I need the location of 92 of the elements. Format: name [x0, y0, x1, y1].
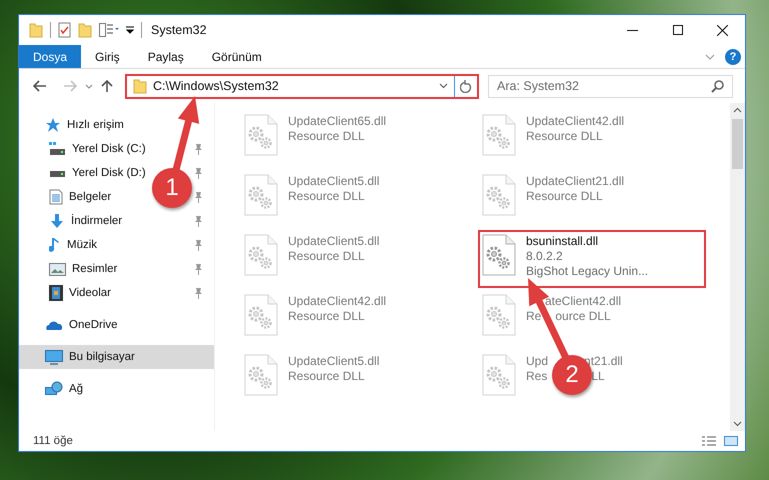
dll-file-icon [244, 114, 278, 156]
network-icon [45, 381, 63, 397]
address-bar[interactable]: C:\Windows\System32 [125, 74, 479, 98]
file-detail: Resource DLL [288, 189, 365, 204]
dll-file-icon [482, 174, 516, 216]
sidebar-item[interactable]: Yerel Disk (C:) [19, 137, 146, 161]
pin-icon[interactable] [194, 144, 203, 154]
scroll-down-icon[interactable] [733, 421, 742, 427]
file-name: UpdateClient5.dll [288, 234, 380, 249]
film-strip-icon [49, 285, 63, 301]
expand-ribbon-icon[interactable] [705, 54, 715, 60]
new-folder-icon[interactable] [78, 22, 92, 38]
file-detail: Resource DLL [288, 309, 365, 324]
file-name: UpdateClient65.dll [288, 114, 386, 129]
pin-icon[interactable] [194, 192, 203, 202]
file-detail: 8.0.2.2 [526, 249, 563, 264]
file-detail: Resource DLL [526, 189, 603, 204]
scrollbar-thumb[interactable] [732, 119, 743, 169]
pin-icon[interactable] [194, 168, 203, 178]
sidebar-item[interactable]: Yerel Disk (D:) [19, 161, 146, 185]
sidebar-item[interactable]: OneDrive [19, 313, 214, 337]
search-field[interactable]: Ara: System32 [488, 74, 733, 98]
ribbon-tab[interactable]: Görünüm [198, 45, 276, 68]
dll-file-icon [482, 294, 516, 336]
star-icon [45, 117, 61, 133]
file-name: Upd [526, 354, 548, 369]
scrollbar[interactable] [730, 103, 745, 431]
pin-icon[interactable] [194, 288, 203, 298]
dll-file-icon [244, 354, 278, 396]
file-detail: Resource DLL [526, 129, 603, 144]
layout-icon[interactable] [99, 23, 119, 37]
pin-icon[interactable] [194, 240, 203, 250]
large-icons-view-icon[interactable] [723, 435, 739, 447]
file-name: UpdateClient42.dll [526, 114, 624, 129]
up-button[interactable] [101, 79, 113, 93]
sidebar-item[interactable]: Bu bilgisayar [19, 345, 214, 369]
file-detail: Resource DLL [288, 369, 365, 384]
dll-file-icon [244, 234, 278, 276]
sidebar-item[interactable]: Videolar [19, 281, 111, 305]
monitor-icon [45, 350, 63, 364]
folder-icon[interactable] [29, 22, 43, 38]
dll-file-icon [482, 354, 516, 396]
pin-icon[interactable] [194, 264, 203, 274]
file-detail: BigShot Legacy Unin... [526, 264, 648, 279]
sidebar-item[interactable]: Hızlı erişim [19, 113, 214, 137]
item-count: 111 öğe [33, 435, 73, 447]
window-title: System32 [151, 23, 207, 37]
help-button[interactable]: ? [725, 48, 741, 64]
file-name: UpdateClient42.dll [288, 294, 386, 309]
file-name: ateClient42.dll [545, 294, 622, 309]
pin-icon[interactable] [194, 216, 203, 226]
dll-file-icon [244, 294, 278, 336]
sidebar-item[interactable]: İndirmeler [19, 209, 122, 233]
file-detail: Re [526, 309, 542, 324]
dll-file-icon [244, 174, 278, 216]
refresh-icon [460, 80, 472, 92]
dll-file-icon [482, 114, 516, 156]
ribbon-tab[interactable]: Dosya [19, 45, 82, 68]
forward-button[interactable] [63, 80, 77, 92]
dropdown-caret-icon[interactable] [439, 83, 448, 89]
file-detail: Resource DLL [288, 129, 365, 144]
properties-icon[interactable] [58, 22, 71, 38]
file-detail: LL [591, 369, 605, 384]
file-detail: ource DLL [555, 309, 611, 324]
download-arrow-icon [49, 213, 65, 229]
file-name: UpdateClient21.dll [526, 174, 624, 189]
dropdown-caret-icon[interactable] [126, 26, 134, 34]
file-detail: Resource DLL [288, 249, 365, 264]
sidebar-item[interactable]: Belgeler [19, 185, 112, 209]
file-name: UpdateClient5.dll [288, 354, 380, 369]
music-note-icon [49, 237, 61, 253]
dll-file-icon [482, 234, 516, 276]
details-view-icon[interactable] [701, 435, 717, 447]
recent-locations-button[interactable] [85, 84, 93, 88]
close-icon [717, 24, 728, 36]
document-icon [49, 189, 63, 205]
folder-icon[interactable] [133, 78, 147, 94]
scroll-up-icon[interactable] [733, 107, 742, 113]
ribbon-tab[interactable]: Giriş [81, 45, 134, 68]
file-name: bsuninstall.dll [526, 234, 598, 249]
search-icon [711, 80, 724, 92]
picture-icon [49, 262, 66, 276]
drive-icon [49, 142, 66, 156]
sidebar-item[interactable]: Resimler [19, 257, 118, 281]
cloud-icon [45, 320, 63, 330]
sidebar-item[interactable]: Müzik [19, 233, 98, 257]
ribbon-tab[interactable]: Paylaş [134, 45, 198, 68]
back-button[interactable] [33, 80, 47, 92]
maximize-icon [672, 25, 682, 35]
file-name: UpdateClient5.dll [288, 174, 380, 189]
file-detail: Res [526, 369, 548, 384]
sidebar-item[interactable]: Ağ [19, 377, 214, 401]
